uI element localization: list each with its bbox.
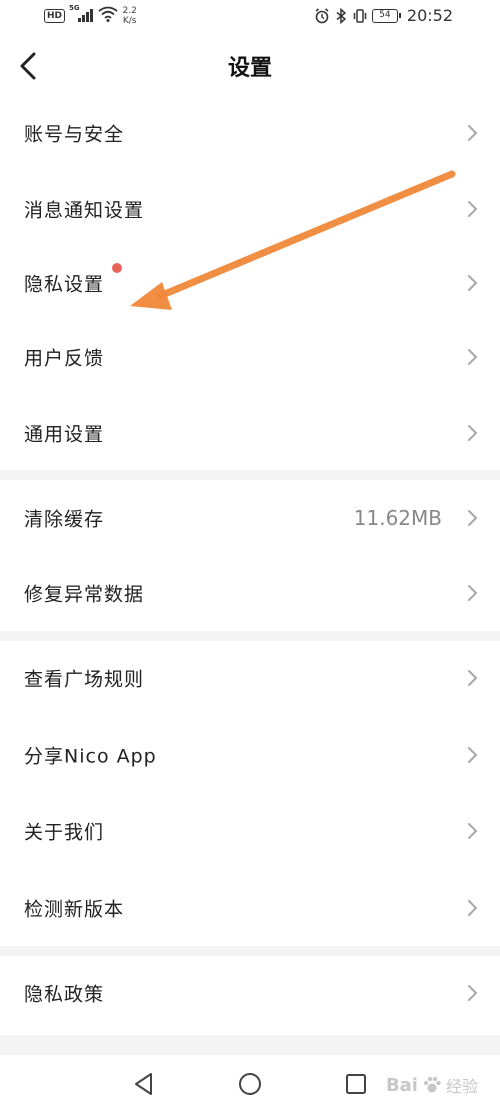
settings-item-label: 账号与安全 <box>24 123 125 146</box>
settings-item-privacy[interactable]: 隐私设置 <box>0 248 500 318</box>
settings-item-label: 清除缓存 <box>24 508 105 531</box>
settings-item-general[interactable]: 通用设置 <box>0 398 500 468</box>
settings-item-privacy-policy[interactable]: 隐私政策 <box>0 958 500 1028</box>
alarm-icon <box>315 7 329 23</box>
settings-item-label: 查看广场规则 <box>24 668 145 691</box>
settings-item-clear-cache[interactable]: 清除缓存 11.62MB <box>0 483 500 553</box>
settings-item-label: 修复异常数据 <box>24 583 145 606</box>
chevron-right-icon <box>468 823 478 839</box>
settings-item-label: 检测新版本 <box>24 898 125 921</box>
settings-item-about-us[interactable]: 关于我们 <box>0 796 500 866</box>
settings-item-feedback[interactable]: 用户反馈 <box>0 322 500 392</box>
section-divider <box>0 631 500 641</box>
settings-item-label: 通用设置 <box>24 423 105 446</box>
settings-item-check-update[interactable]: 检测新版本 <box>0 873 500 943</box>
nav-bar: 设置 <box>0 36 500 96</box>
bluetooth-icon <box>336 7 347 24</box>
settings-item-label: 隐私设置 <box>24 273 105 296</box>
status-right: 54 20:52 <box>315 6 453 25</box>
settings-item-label: 用户反馈 <box>24 347 105 370</box>
settings-item-repair-data[interactable]: 修复异常数据 <box>0 558 500 628</box>
network-speed-unit: K/s <box>122 16 137 26</box>
vibrate-icon <box>353 8 367 23</box>
chevron-right-icon <box>468 747 478 763</box>
baidu-jingyan-watermark: Bai 经验 <box>386 1073 478 1097</box>
chevron-right-icon <box>468 900 478 916</box>
network-speed-value: 2.2 <box>122 6 137 16</box>
hd-icon: HD <box>44 9 66 23</box>
section-divider <box>0 946 500 956</box>
wifi-icon <box>97 6 118 22</box>
nav-back-icon[interactable] <box>131 1071 157 1097</box>
settings-item-square-rules[interactable]: 查看广场规则 <box>0 643 500 713</box>
chevron-right-icon <box>468 201 478 217</box>
signal-icon: 5G <box>69 4 93 22</box>
settings-item-label: 隐私政策 <box>24 983 105 1006</box>
chevron-right-icon <box>468 510 478 526</box>
bottom-spacer <box>0 1035 500 1055</box>
chevron-right-icon <box>468 125 478 141</box>
unread-badge-dot <box>112 263 122 273</box>
battery-level: 54 <box>379 9 391 20</box>
chevron-right-icon <box>468 585 478 601</box>
settings-item-label: 消息通知设置 <box>24 199 145 222</box>
chevron-right-icon <box>468 349 478 365</box>
chevron-right-icon <box>468 425 478 441</box>
settings-item-account-security[interactable]: 账号与安全 <box>0 98 500 168</box>
paw-icon <box>423 1076 441 1093</box>
settings-item-label: 关于我们 <box>24 821 105 844</box>
watermark-logo-text: Bai <box>385 1074 418 1096</box>
settings-item-label: 分享Nico App <box>24 745 157 768</box>
chevron-right-icon <box>468 670 478 686</box>
cache-size-value: 11.62MB <box>353 506 442 530</box>
status-bar: HD 5G 2.2 K/s 54 20:52 <box>0 0 500 36</box>
system-nav-bar: Bai 经验 <box>0 1055 500 1111</box>
settings-item-share-app[interactable]: 分享Nico App <box>0 720 500 790</box>
section-divider <box>0 470 500 480</box>
chevron-right-icon <box>468 275 478 291</box>
chevron-right-icon <box>468 985 478 1001</box>
battery-icon: 54 <box>371 8 401 23</box>
nav-recents-icon[interactable] <box>343 1071 369 1097</box>
settings-item-notification[interactable]: 消息通知设置 <box>0 174 500 244</box>
clock: 20:52 <box>406 6 453 25</box>
settings-screen: HD 5G 2.2 K/s 54 20:52 设置 账号与安全 消息通知设置 隐… <box>0 0 500 1111</box>
network-speed: 2.2 K/s <box>123 6 137 26</box>
nav-home-icon[interactable] <box>237 1071 263 1097</box>
status-left: HD 5G 2.2 K/s <box>44 4 137 26</box>
watermark-sub-text: 经验 <box>445 1077 478 1096</box>
page-title: 设置 <box>227 56 272 81</box>
